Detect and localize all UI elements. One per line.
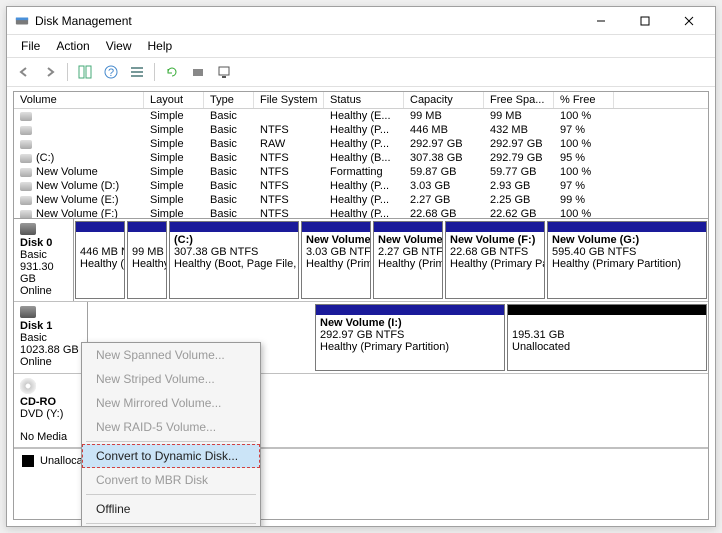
volume-header: Volume Layout Type File System Status Ca… [14,92,708,109]
menu-new-spanned: New Spanned Volume... [82,343,260,367]
volume-icon [20,210,32,219]
layout-button[interactable] [74,61,96,83]
menu-new-raid5: New RAID-5 Volume... [82,415,260,439]
volume-icon [20,112,32,121]
volume-row[interactable]: New Volume (E:)SimpleBasicNTFSHealthy (P… [14,193,708,207]
legend-label: Unalloca [40,455,83,467]
close-button[interactable] [667,8,711,34]
cdrom-icon [20,378,36,394]
computer-icon [217,65,231,79]
layout-icon [78,65,92,79]
window: Disk Management File Action View Help ? … [6,6,716,527]
disk-name: Disk 1 [20,320,81,332]
back-icon [17,65,31,79]
partition[interactable]: New Volume (G:)595.40 GB NTFSHealthy (Pr… [547,221,707,299]
col-capacity[interactable]: Capacity [404,92,484,108]
volume-row[interactable]: New Volume (F:)SimpleBasicNTFSHealthy (P… [14,207,708,219]
close-icon [684,16,694,26]
col-status[interactable]: Status [324,92,404,108]
volume-icon [20,168,32,177]
titlebar: Disk Management [7,7,715,35]
partition[interactable]: (C:)307.38 GB NTFSHealthy (Boot, Page Fi… [169,221,299,299]
disk-status: Online [20,356,81,368]
col-volume[interactable]: Volume [14,92,144,108]
partition[interactable]: New Volume3.03 GB NTFSHealthy (Prima [301,221,371,299]
volume-list[interactable]: Volume Layout Type File System Status Ca… [13,91,709,219]
menu-action[interactable]: Action [48,36,97,56]
disk-size: 931.30 GB [20,261,67,285]
menu-offline[interactable]: Offline [82,497,260,521]
toolbar: ? [7,57,715,87]
partition[interactable]: New Volume (I:)292.97 GB NTFSHealthy (Pr… [315,304,505,371]
col-freespace[interactable]: Free Spa... [484,92,554,108]
menu-file[interactable]: File [13,36,48,56]
disk-name: CD-RO [20,396,89,408]
volume-row[interactable]: (C:)SimpleBasicNTFSHealthy (B...307.38 G… [14,151,708,165]
col-pctfree[interactable]: % Free [554,92,614,108]
disk-name: Disk 0 [20,237,67,249]
disk-mgmt-icon [15,14,29,28]
volume-icon [20,154,32,163]
disk-drive-letter: DVD (Y:) [20,408,89,420]
minimize-button[interactable] [579,8,623,34]
volume-icon [20,196,32,205]
context-menu: New Spanned Volume... New Striped Volume… [81,342,261,526]
disk-row: Disk 0 Basic 931.30 GB Online 446 MB NTH… [14,219,708,302]
menu-view[interactable]: View [98,36,140,56]
disk-icon [191,65,205,79]
refresh-icon [165,65,179,79]
forward-icon [43,65,57,79]
partition[interactable]: New Volume (F:)22.68 GB NTFSHealthy (Pri… [445,221,545,299]
window-title: Disk Management [35,14,579,28]
help-icon: ? [104,65,118,79]
settings-button[interactable] [126,61,148,83]
maximize-button[interactable] [623,8,667,34]
disk-type: Basic [20,332,81,344]
menu-convert-dynamic[interactable]: Convert to Dynamic Disk... [82,444,260,468]
computer-button[interactable] [213,61,235,83]
disk-icon [20,223,36,235]
disk-label[interactable]: Disk 0 Basic 931.30 GB Online [14,219,74,301]
back-button[interactable] [13,61,35,83]
disk-label[interactable]: Disk 1 Basic 1023.88 GB Online [14,302,88,373]
list-icon [130,65,144,79]
col-filesystem[interactable]: File System [254,92,324,108]
partition[interactable]: New Volume2.27 GB NTFSHealthy (Prima [373,221,443,299]
disk-size: 1023.88 GB [20,344,81,356]
content: Volume Layout Type File System Status Ca… [7,87,715,526]
help-button[interactable]: ? [100,61,122,83]
disk-icon [20,306,36,318]
menu-help[interactable]: Help [140,36,181,56]
menu-convert-mbr: Convert to MBR Disk [82,468,260,492]
col-layout[interactable]: Layout [144,92,204,108]
disk-type: Basic [20,249,67,261]
volume-row[interactable]: SimpleBasicRAWHealthy (P...292.97 GB292.… [14,137,708,151]
legend-swatch-unallocated [22,455,34,467]
volume-row[interactable]: SimpleBasicNTFSHealthy (P...446 MB432 MB… [14,123,708,137]
volume-row[interactable]: SimpleBasicHealthy (E...99 MB99 MB100 % [14,109,708,123]
svg-text:?: ? [108,67,114,79]
minimize-icon [596,16,606,26]
volume-icon [20,126,32,135]
disk-status: Online [20,285,67,297]
volume-icon [20,140,32,149]
maximize-icon [640,16,650,26]
menu-new-mirrored: New Mirrored Volume... [82,391,260,415]
volume-icon [20,182,32,191]
partition[interactable]: 446 MB NTHealthy (P [75,221,125,299]
refresh-button[interactable] [161,61,183,83]
partition-unallocated[interactable]: 195.31 GBUnallocated [507,304,707,371]
col-type[interactable]: Type [204,92,254,108]
volume-row[interactable]: New VolumeSimpleBasicNTFSFormatting59.87… [14,165,708,179]
partition[interactable]: 99 MBHealthy ( [127,221,167,299]
menu-new-striped: New Striped Volume... [82,367,260,391]
rescan-button[interactable] [187,61,209,83]
disk-status: No Media [20,431,89,443]
volume-row[interactable]: New Volume (D:)SimpleBasicNTFSHealthy (P… [14,179,708,193]
forward-button[interactable] [39,61,61,83]
menubar: File Action View Help [7,35,715,57]
